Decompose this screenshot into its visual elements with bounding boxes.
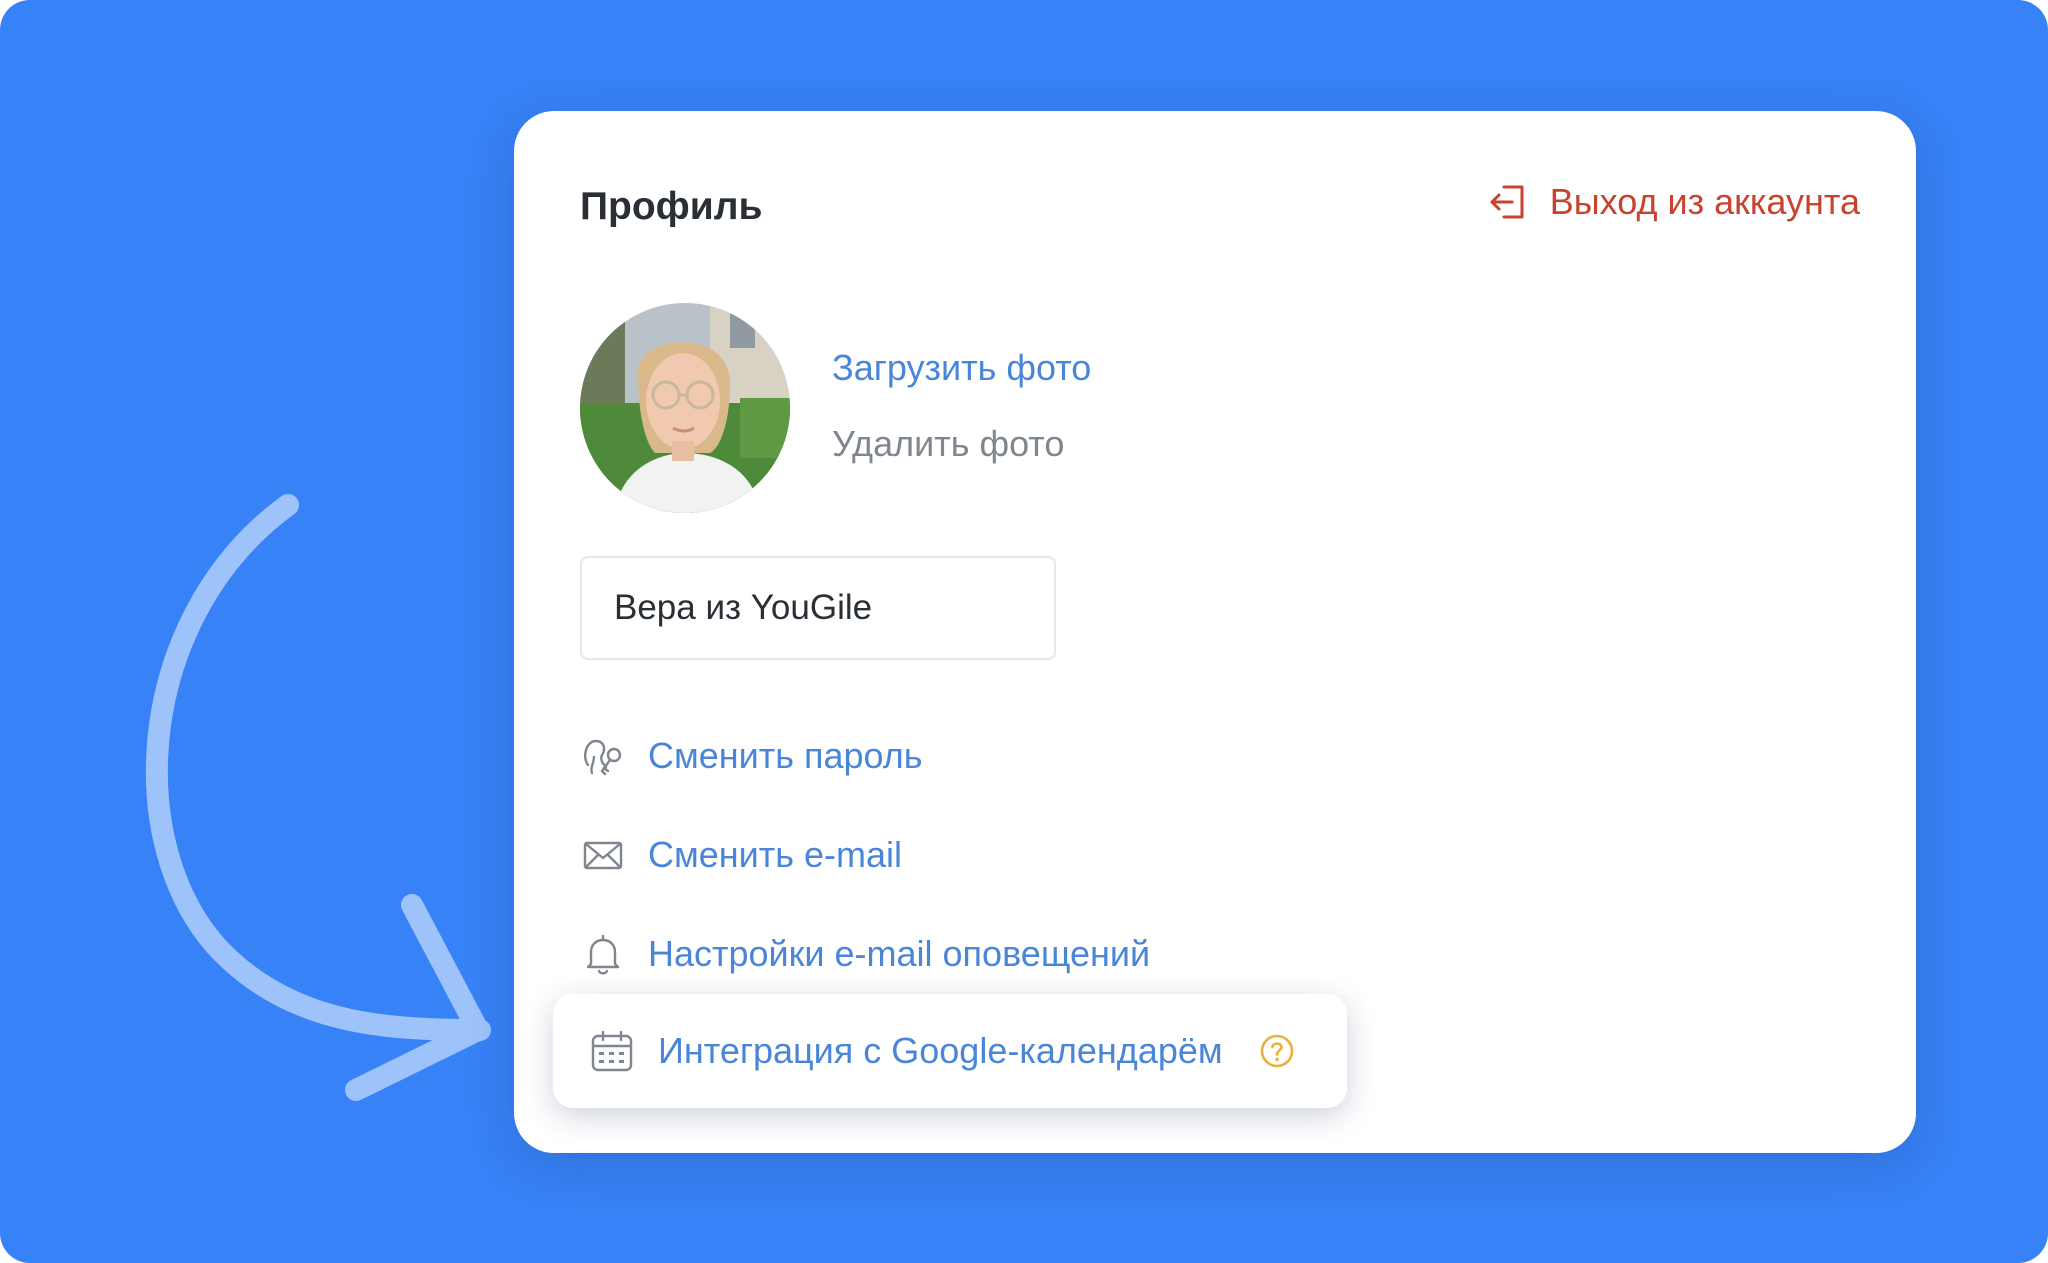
change-email-label: Сменить e-mail [648, 834, 903, 875]
email-notifications-link[interactable]: Настройки e-mail оповещений [580, 931, 1150, 977]
avatar-photo [580, 303, 790, 513]
delete-photo-link[interactable]: Удалить фото [832, 423, 1064, 465]
change-password-link[interactable]: Сменить пароль [580, 733, 923, 779]
name-input[interactable] [580, 556, 1056, 660]
email-notifications-label: Настройки e-mail оповещений [648, 933, 1151, 974]
logout-label: Выход из аккаунта [1549, 181, 1860, 222]
upload-photo-link[interactable]: Загрузить фото [832, 347, 1091, 389]
page-title: Профиль [580, 185, 763, 228]
question-circle-icon[interactable] [1259, 1033, 1295, 1069]
envelope-icon [580, 832, 626, 878]
change-password-label: Сменить пароль [648, 735, 923, 776]
logout-button[interactable]: Выход из аккаунта [1488, 181, 1860, 223]
google-calendar-integration-item[interactable]: Интеграция с Google-календарём [553, 994, 1347, 1108]
calendar-icon [588, 1027, 636, 1075]
app-background: Профиль Выход из аккаунта Загрузить фото… [0, 0, 2048, 1263]
bell-icon [580, 931, 626, 977]
avatar[interactable] [580, 303, 790, 513]
google-calendar-label: Интеграция с Google-календарём [658, 1030, 1223, 1071]
logout-icon [1490, 185, 1524, 219]
key-icon [580, 733, 626, 779]
change-email-link[interactable]: Сменить e-mail [580, 832, 902, 878]
